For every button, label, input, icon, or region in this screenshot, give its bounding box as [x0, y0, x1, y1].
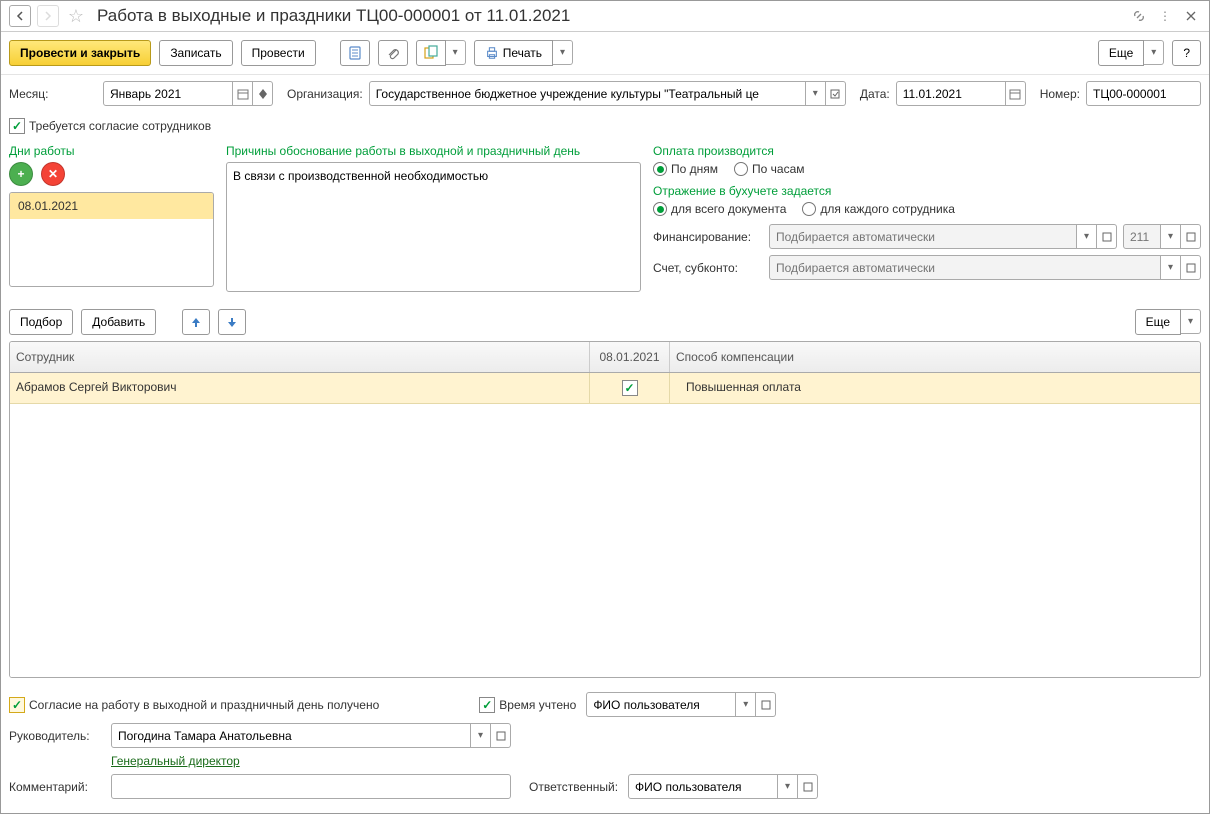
comment-label: Комментарий:: [9, 780, 101, 794]
create-based-on-button[interactable]: [416, 40, 446, 66]
create-based-on-dropdown[interactable]: ▾: [446, 40, 466, 65]
consent-received-label: Согласие на работу в выходной и празднич…: [29, 698, 379, 712]
link-icon[interactable]: [1129, 6, 1149, 26]
org-dropdown[interactable]: ▾: [806, 81, 826, 106]
month-spinner[interactable]: [253, 81, 273, 106]
manager-open[interactable]: [491, 723, 511, 748]
time-user-dropdown[interactable]: ▾: [736, 692, 756, 717]
payment-label: Оплата производится: [653, 144, 1201, 158]
comment-input[interactable]: [111, 774, 511, 799]
days-label: Дни работы: [9, 144, 214, 158]
responsible-input[interactable]: [628, 774, 778, 799]
account-label: Счет, субконто:: [653, 261, 763, 275]
responsible-dropdown[interactable]: ▾: [778, 774, 798, 799]
more-dropdown[interactable]: ▾: [1144, 40, 1164, 65]
day-item[interactable]: 08.01.2021: [10, 193, 213, 219]
help-button[interactable]: ?: [1172, 40, 1201, 66]
add-row-button[interactable]: Добавить: [81, 309, 156, 335]
table-row[interactable]: Абрамов Сергей Викторович ✓ Повышенная о…: [10, 373, 1200, 404]
month-label: Месяц:: [9, 87, 97, 101]
kebab-menu-icon[interactable]: ⋮: [1155, 6, 1175, 26]
consent-received-checkbox[interactable]: ✓ Согласие на работу в выходной и праздн…: [9, 697, 379, 713]
number-label: Номер:: [1040, 87, 1080, 101]
financing-label: Финансирование:: [653, 230, 763, 244]
select-employees-button[interactable]: Подбор: [9, 309, 73, 335]
date-calendar-button[interactable]: [1006, 81, 1026, 106]
statya-open[interactable]: [1181, 224, 1201, 249]
col-date[interactable]: 08.01.2021: [590, 342, 670, 372]
cell-employee[interactable]: Абрамов Сергей Викторович: [10, 373, 590, 403]
financing-open[interactable]: [1097, 224, 1117, 249]
table-more-button[interactable]: Еще: [1135, 309, 1181, 335]
month-calendar-button[interactable]: [233, 81, 253, 106]
account-open[interactable]: [1181, 255, 1201, 280]
add-day-button[interactable]: +: [9, 162, 33, 186]
delete-day-button[interactable]: ✕: [41, 162, 65, 186]
window-title: Работа в выходные и праздники ТЦ00-00000…: [97, 6, 1123, 26]
table-more-dropdown[interactable]: ▾: [1181, 309, 1201, 334]
financing-input[interactable]: [769, 224, 1077, 249]
statya-input[interactable]: [1123, 224, 1161, 249]
time-counted-label: Время учтено: [499, 698, 576, 712]
per-employee-radio[interactable]: для каждого сотрудника: [802, 202, 955, 216]
consent-required-label: Требуется согласие сотрудников: [29, 119, 211, 133]
report-icon-button[interactable]: [340, 40, 370, 66]
time-user-open[interactable]: [756, 692, 776, 717]
favorite-star-icon[interactable]: ☆: [65, 5, 87, 27]
statya-dropdown[interactable]: ▾: [1161, 224, 1181, 249]
org-label: Организация:: [287, 87, 363, 101]
number-input[interactable]: [1086, 81, 1201, 106]
print-label: Печать: [503, 46, 542, 60]
manager-dropdown[interactable]: ▾: [471, 723, 491, 748]
manager-label: Руководитель:: [9, 729, 101, 743]
consent-required-checkbox[interactable]: ✓ Требуется согласие сотрудников: [9, 118, 211, 134]
date-input[interactable]: [896, 81, 1006, 106]
cell-compensation[interactable]: Повышенная оплата: [670, 373, 1200, 403]
reason-label: Причины обоснование работы в выходной и …: [226, 144, 641, 158]
save-button[interactable]: Записать: [159, 40, 232, 66]
close-icon[interactable]: [1181, 6, 1201, 26]
days-list[interactable]: 08.01.2021: [9, 192, 214, 287]
account-dropdown[interactable]: ▾: [1161, 255, 1181, 280]
by-days-radio[interactable]: По дням: [653, 162, 718, 176]
post-button[interactable]: Провести: [241, 40, 316, 66]
col-employee[interactable]: Сотрудник: [10, 342, 590, 372]
financing-dropdown[interactable]: ▾: [1077, 224, 1097, 249]
move-up-button[interactable]: [182, 309, 210, 335]
org-open-button[interactable]: [826, 81, 846, 106]
org-input[interactable]: [369, 81, 806, 106]
attachment-icon-button[interactable]: [378, 40, 408, 66]
time-counted-checkbox[interactable]: ✓ Время учтено: [479, 697, 576, 713]
account-input[interactable]: [769, 255, 1161, 280]
nav-back-button[interactable]: [9, 5, 31, 27]
post-and-close-button[interactable]: Провести и закрыть: [9, 40, 151, 66]
print-button[interactable]: Печать: [474, 40, 553, 66]
month-input[interactable]: [103, 81, 233, 106]
nav-forward-button[interactable]: [37, 5, 59, 27]
manager-input[interactable]: [111, 723, 471, 748]
manager-position-link[interactable]: Генеральный директор: [111, 754, 240, 768]
whole-doc-radio[interactable]: для всего документа: [653, 202, 786, 216]
reason-textarea[interactable]: [226, 162, 641, 292]
by-hours-radio[interactable]: По часам: [734, 162, 804, 176]
print-dropdown[interactable]: ▾: [553, 40, 573, 65]
accounting-label: Отражение в бухучете задается: [653, 184, 1201, 198]
date-label: Дата:: [860, 87, 890, 101]
time-user-input[interactable]: [586, 692, 736, 717]
move-down-button[interactable]: [218, 309, 246, 335]
employees-table: Сотрудник 08.01.2021 Способ компенсации …: [9, 341, 1201, 678]
responsible-open[interactable]: [798, 774, 818, 799]
col-compensation[interactable]: Способ компенсации: [670, 342, 1200, 372]
responsible-label: Ответственный:: [529, 780, 618, 794]
more-button[interactable]: Еще: [1098, 40, 1144, 66]
cell-date-check[interactable]: ✓: [590, 373, 670, 403]
